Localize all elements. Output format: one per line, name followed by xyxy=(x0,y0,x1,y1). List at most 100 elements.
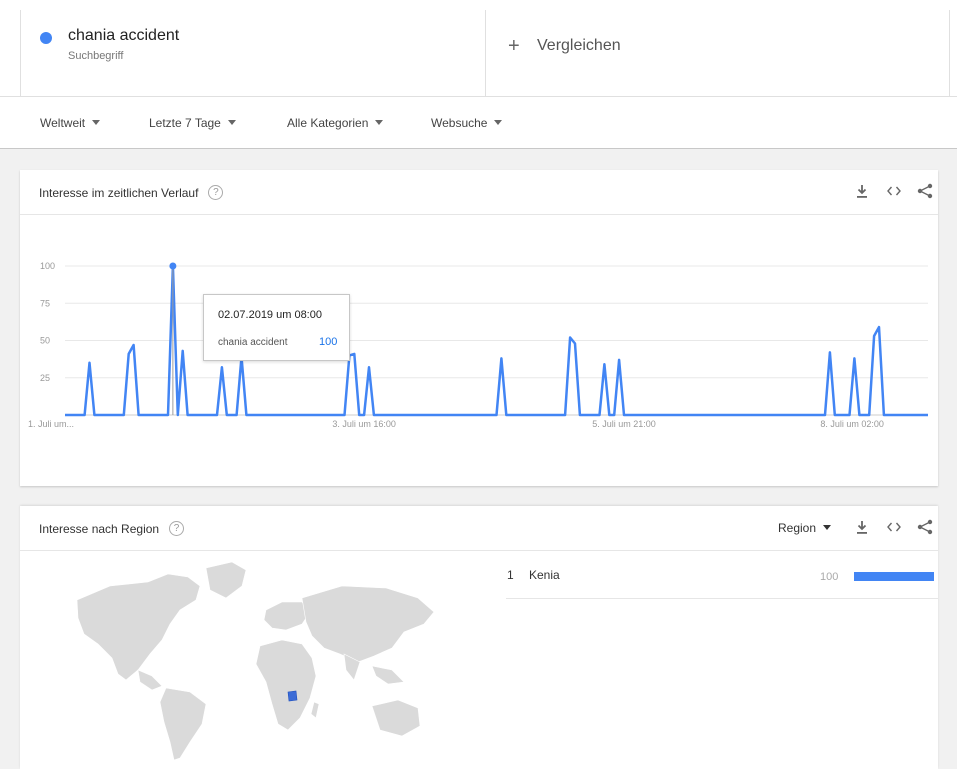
data-point xyxy=(923,414,924,415)
data-point xyxy=(805,414,806,415)
data-point xyxy=(604,364,605,365)
region-list-item[interactable]: 1 Kenia 100 xyxy=(506,552,938,599)
data-point xyxy=(368,367,369,368)
data-point xyxy=(324,414,325,415)
plus-icon: + xyxy=(508,35,520,57)
embed-icon[interactable] xyxy=(886,519,902,540)
dropdown-arrow-icon xyxy=(494,120,503,126)
data-point xyxy=(516,414,517,415)
data-point xyxy=(113,414,114,415)
data-point xyxy=(138,414,139,415)
data-point xyxy=(413,414,414,415)
help-icon[interactable]: ? xyxy=(169,521,185,537)
data-point xyxy=(231,414,232,415)
compare-button[interactable]: + Vergleichen xyxy=(486,10,950,97)
data-point xyxy=(854,358,855,359)
filter-location[interactable]: Weltweit xyxy=(40,116,101,130)
search-term-text[interactable]: chania accident xyxy=(68,27,179,45)
filter-category[interactable]: Alle Kategorien xyxy=(287,116,384,130)
data-point xyxy=(148,414,149,415)
data-point xyxy=(829,352,830,353)
data-point xyxy=(506,414,507,415)
download-icon[interactable] xyxy=(855,519,869,540)
data-point xyxy=(275,414,276,415)
embed-icon[interactable] xyxy=(886,183,902,204)
data-point xyxy=(329,414,330,415)
card-title: Interesse im zeitlichen Verlauf? xyxy=(39,185,224,201)
data-point xyxy=(520,414,521,415)
filter-time-range[interactable]: Letzte 7 Tage xyxy=(149,116,236,130)
search-term-type: Suchbegriff xyxy=(68,50,124,62)
data-point xyxy=(609,414,610,415)
data-point xyxy=(354,353,355,354)
data-point xyxy=(344,414,345,415)
data-point xyxy=(432,414,433,415)
data-point xyxy=(285,414,286,415)
data-point xyxy=(187,414,188,415)
data-point xyxy=(486,414,487,415)
data-point xyxy=(74,414,75,415)
card-title-text: Interesse im zeitlichen Verlauf xyxy=(39,186,199,200)
data-point xyxy=(574,343,575,344)
map-central-america xyxy=(137,669,163,691)
data-point xyxy=(128,353,129,354)
data-point xyxy=(64,414,65,415)
data-point xyxy=(864,414,865,415)
data-point xyxy=(182,350,183,351)
data-point xyxy=(780,414,781,415)
data-point xyxy=(511,414,512,415)
data-point xyxy=(192,414,193,415)
dropdown-arrow-icon xyxy=(92,120,101,126)
region-name: Kenia xyxy=(529,568,560,582)
trend-line-chart[interactable]: 25 50 75 100 1. Juli um... 3. Juli um 16:00 5.… xyxy=(20,215,938,486)
data-point xyxy=(658,414,659,415)
help-icon[interactable]: ? xyxy=(208,185,224,201)
data-point xyxy=(163,414,164,415)
tooltip-value: 100 xyxy=(319,336,338,348)
data-point xyxy=(398,414,399,415)
data-point xyxy=(123,414,124,415)
data-point xyxy=(731,414,732,415)
data-point xyxy=(668,414,669,415)
data-point xyxy=(256,414,257,415)
data-point xyxy=(378,414,379,415)
data-point xyxy=(893,414,894,415)
region-resolution-select[interactable]: Region xyxy=(778,521,832,535)
data-point xyxy=(663,414,664,415)
share-icon[interactable] xyxy=(917,519,933,540)
data-point xyxy=(628,414,629,415)
data-point xyxy=(447,414,448,415)
y-tick-label: 100 xyxy=(40,261,55,271)
download-icon[interactable] xyxy=(855,183,869,204)
data-point xyxy=(403,414,404,415)
data-point xyxy=(726,414,727,415)
data-point xyxy=(898,414,899,415)
tooltip-date: 02.07.2019 um 08:00 xyxy=(218,309,322,321)
data-point xyxy=(834,414,835,415)
data-point xyxy=(364,414,365,415)
data-point xyxy=(599,414,600,415)
dropdown-arrow-icon xyxy=(227,120,236,126)
data-point xyxy=(530,414,531,415)
tooltip-term: chania accident xyxy=(218,337,288,348)
x-tick-label: 1. Juli um... xyxy=(28,419,74,429)
data-point xyxy=(702,414,703,415)
data-point xyxy=(761,414,762,415)
share-icon[interactable] xyxy=(917,183,933,204)
filter-location-label: Weltweit xyxy=(40,116,86,130)
data-point xyxy=(118,414,119,415)
data-point xyxy=(790,414,791,415)
compare-label: Vergleichen xyxy=(537,37,621,54)
data-point xyxy=(589,414,590,415)
data-point xyxy=(535,414,536,415)
data-point xyxy=(908,414,909,415)
data-point xyxy=(216,414,217,415)
data-point xyxy=(94,414,95,415)
filter-search-type[interactable]: Websuche xyxy=(431,116,503,130)
data-point xyxy=(874,335,875,336)
world-map[interactable] xyxy=(20,552,460,769)
data-point xyxy=(334,414,335,415)
data-point xyxy=(496,414,497,415)
search-term-box[interactable]: chania accident Suchbegriff xyxy=(20,10,486,97)
data-point xyxy=(878,327,879,328)
